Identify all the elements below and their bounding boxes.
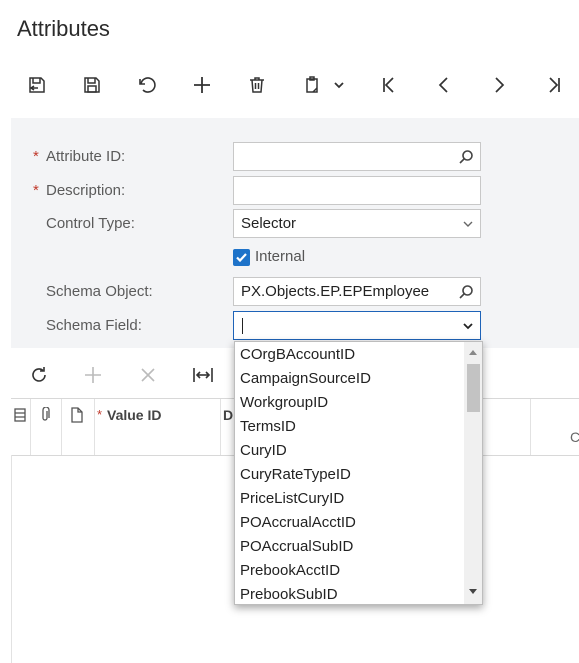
chevron-down-icon[interactable]	[462, 320, 474, 332]
undo-icon	[139, 77, 156, 93]
refresh-button[interactable]	[22, 358, 56, 392]
undo-button[interactable]	[130, 68, 164, 102]
dropdown-option[interactable]: PrebookAcctID	[240, 561, 340, 581]
column-attachments-header[interactable]	[30, 399, 62, 455]
schema-field-select[interactable]	[233, 311, 481, 340]
schema-object-label: Schema Object:	[46, 283, 153, 300]
delete-button[interactable]	[240, 68, 274, 102]
dropdown-option[interactable]: TermsID	[240, 417, 296, 437]
dropdown-option[interactable]: PrebookSubID	[240, 585, 338, 604]
internal-checkbox[interactable]	[233, 249, 250, 266]
search-icon[interactable]	[458, 149, 474, 165]
dropdown-option[interactable]: CuryID	[240, 441, 287, 461]
column-files-header[interactable]	[61, 399, 95, 455]
notes-icon	[14, 408, 26, 422]
required-marker: *	[33, 182, 39, 199]
copy-paste-icon	[306, 76, 318, 93]
delete-icon	[250, 77, 264, 93]
paperclip-icon	[42, 407, 50, 421]
document-icon	[71, 407, 83, 423]
d-column-label: D	[223, 407, 234, 423]
dropdown-option[interactable]: POAccrualSubID	[240, 537, 353, 557]
schema-field-label: Schema Field:	[46, 317, 142, 334]
schema-object-field[interactable]: PX.Objects.EP.EPEmployee	[233, 277, 481, 306]
save-icon	[84, 77, 100, 93]
save-button[interactable]	[75, 68, 109, 102]
required-marker: *	[97, 407, 103, 422]
previous-record-button[interactable]	[427, 68, 461, 102]
schema-field-dropdown[interactable]: COrgBAccountID CampaignSourceID Workgrou…	[234, 341, 483, 605]
grid-delete-button[interactable]	[131, 358, 165, 392]
column-c-header[interactable]: C	[530, 399, 579, 455]
page-title: Attributes	[17, 16, 110, 41]
next-record-button[interactable]	[482, 68, 516, 102]
save-close-icon	[29, 77, 45, 93]
add-icon	[85, 367, 101, 383]
fit-columns-button[interactable]	[186, 358, 220, 392]
scrollbar-thumb[interactable]	[467, 364, 480, 412]
required-marker: *	[33, 148, 39, 165]
dropdown-option[interactable]: CampaignSourceID	[240, 369, 371, 389]
next-record-icon	[495, 77, 505, 93]
last-record-icon	[549, 77, 560, 93]
control-type-select[interactable]: Selector	[233, 209, 481, 238]
text-cursor	[242, 318, 243, 334]
checkmark-icon	[236, 253, 247, 263]
attribute-id-label: Attribute ID:	[46, 148, 126, 165]
fit-width-icon	[193, 368, 213, 382]
refresh-icon	[32, 367, 46, 382]
previous-record-icon	[438, 77, 448, 93]
control-type-label: Control Type:	[46, 215, 135, 232]
chevron-down-icon	[334, 82, 344, 89]
save-close-button[interactable]	[20, 68, 54, 102]
chevron-down-icon	[463, 221, 473, 227]
schema-object-value: PX.Objects.EP.EPEmployee	[241, 283, 430, 300]
dropdown-option[interactable]: WorkgroupID	[240, 393, 328, 413]
dropdown-scrollbar[interactable]	[464, 342, 482, 604]
close-icon	[141, 368, 155, 382]
dropdown-option[interactable]: COrgBAccountID	[240, 345, 355, 365]
dropdown-option[interactable]: POAccrualAcctID	[240, 513, 356, 533]
add-icon	[194, 77, 210, 93]
scroll-down-icon[interactable]	[468, 588, 478, 596]
dropdown-option[interactable]: CuryRateTypeID	[240, 465, 351, 485]
column-value-id-header[interactable]: * Value ID	[94, 399, 221, 455]
last-record-button[interactable]	[537, 68, 571, 102]
first-record-button[interactable]	[372, 68, 406, 102]
main-toolbar	[0, 68, 579, 102]
attribute-id-field[interactable]	[233, 142, 481, 171]
internal-label: Internal	[255, 248, 306, 265]
scroll-up-icon[interactable]	[468, 348, 478, 356]
add-button[interactable]	[185, 68, 219, 102]
c-column-label: C	[570, 429, 579, 445]
first-record-icon	[383, 77, 394, 93]
description-field[interactable]	[233, 176, 481, 205]
value-id-label: Value ID	[107, 407, 162, 423]
search-icon[interactable]	[458, 284, 474, 300]
dropdown-option[interactable]: PriceListCuryID	[240, 489, 344, 509]
control-type-value: Selector	[241, 215, 297, 232]
column-notes-header[interactable]	[11, 399, 31, 455]
description-label: Description:	[46, 182, 126, 199]
copy-paste-dropdown[interactable]	[295, 68, 353, 102]
grid-add-button[interactable]	[76, 358, 110, 392]
